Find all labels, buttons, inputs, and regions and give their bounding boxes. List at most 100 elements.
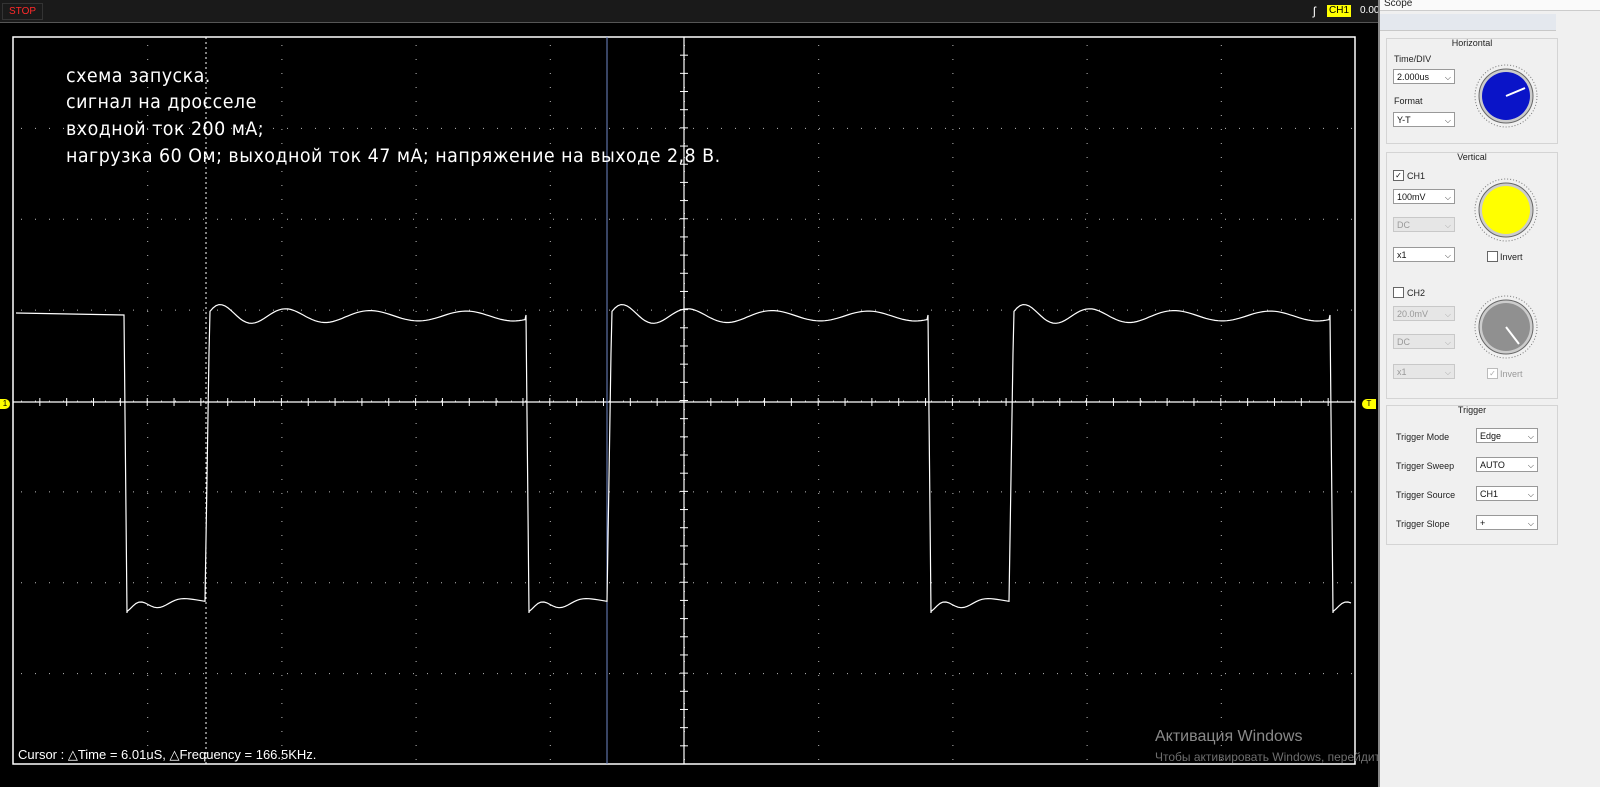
trigger-sweep-select[interactable]: AUTO ⌵	[1476, 457, 1538, 472]
grid-dot	[203, 218, 204, 220]
grid-dot	[1001, 309, 1002, 311]
grid-dot	[818, 703, 820, 704]
grid-dot	[147, 199, 149, 200]
grid-dot	[818, 605, 820, 606]
grid-dot	[777, 582, 778, 584]
grid-dot	[415, 311, 417, 312]
grid-dot	[1086, 479, 1088, 480]
ch1-checkbox[interactable]: ✓	[1393, 170, 1404, 181]
grid-dot	[1169, 127, 1170, 129]
grid-dot	[287, 400, 288, 402]
grid-dot	[952, 339, 954, 340]
timebase-knob[interactable]	[1473, 63, 1539, 129]
grid-dot	[819, 218, 820, 220]
grid-dot	[549, 465, 551, 466]
grid-dot	[818, 311, 820, 312]
grid-dot	[1086, 101, 1088, 102]
scope-display[interactable]: схема запуска. сигнал на дросселе входно…	[0, 23, 1518, 787]
grid-dot	[147, 745, 149, 746]
grid-dot	[281, 731, 283, 732]
trigger-mode-value: Edge	[1480, 431, 1502, 441]
grid-dot	[105, 218, 106, 220]
trigger-source-select[interactable]: CH1 ⌵	[1476, 486, 1538, 501]
ch1-level-marker[interactable]: 1	[0, 399, 10, 409]
grid-dot	[105, 582, 106, 584]
grid-dot	[609, 673, 610, 675]
grid-dot	[1086, 647, 1088, 648]
grid-dot	[818, 381, 820, 382]
grid-dot	[567, 218, 568, 220]
grid-dot	[441, 582, 442, 584]
grid-dot	[1220, 521, 1222, 522]
grid-dot	[1057, 582, 1058, 584]
ch1-scale-select[interactable]: 100mV ⌵	[1393, 189, 1455, 204]
grid-dot	[1015, 127, 1016, 129]
grid-dot	[623, 309, 624, 311]
grid-dot	[427, 400, 428, 402]
grid-dot	[818, 199, 820, 200]
grid-dot	[735, 491, 736, 493]
grid-dot	[609, 582, 610, 584]
grid-dot	[511, 218, 512, 220]
grid-dot	[1220, 507, 1222, 508]
grid-dot	[415, 703, 417, 704]
trigger-slope-select[interactable]: + ⌵	[1476, 515, 1538, 530]
trigger-mode-select[interactable]: Edge ⌵	[1476, 428, 1538, 443]
grid-dot	[818, 395, 820, 396]
grid-dot	[1086, 465, 1088, 466]
trigger-level-marker[interactable]: T	[1362, 399, 1376, 409]
grid-dot	[818, 451, 820, 452]
grid-dot	[63, 218, 64, 220]
grid-dot	[1239, 400, 1240, 402]
grid-dot	[952, 283, 954, 284]
grid-dot	[147, 255, 149, 256]
grid-dot	[511, 309, 512, 311]
grid-dot	[217, 218, 218, 220]
format-select[interactable]: Y-T ⌵	[1393, 112, 1455, 127]
timediv-select[interactable]: 2.000us ⌵	[1393, 69, 1455, 84]
grid-dot	[623, 673, 624, 675]
grid-dot	[1071, 400, 1072, 402]
grid-dot	[415, 675, 417, 676]
ch1-probe-select[interactable]: x1 ⌵	[1393, 247, 1455, 262]
grid-dot	[549, 73, 551, 74]
grid-dot	[21, 673, 22, 675]
grid-dot	[931, 400, 932, 402]
grid-dot	[1001, 673, 1002, 675]
grid-dot	[315, 218, 316, 220]
grid-dot	[147, 675, 149, 676]
grid-dot	[553, 491, 554, 493]
grid-dot	[1309, 400, 1310, 402]
grid-dot	[281, 423, 283, 424]
grid-dot	[415, 605, 417, 606]
ch1-invert-checkbox[interactable]	[1487, 251, 1498, 262]
grid-dot	[707, 400, 708, 402]
grid-dot	[1309, 491, 1310, 493]
ch1-volts-knob[interactable]	[1473, 177, 1539, 243]
grid-dot	[273, 400, 274, 402]
ch2-checkbox[interactable]	[1393, 287, 1404, 298]
run-stop-button[interactable]: STOP	[2, 3, 44, 20]
grid-dot	[973, 673, 974, 675]
grid-dot	[1295, 491, 1296, 493]
grid-dot	[1155, 309, 1156, 311]
ch2-volts-knob[interactable]	[1473, 294, 1539, 360]
grid-dot	[1281, 673, 1282, 675]
grid-dot	[1253, 127, 1254, 129]
grid-dot	[679, 218, 680, 220]
grid-dot	[385, 582, 386, 584]
grid-dot	[105, 400, 106, 402]
grid-dot	[777, 218, 778, 220]
grid-dot	[818, 325, 820, 326]
grid-dot	[917, 218, 918, 220]
grid-dot	[497, 582, 498, 584]
grid-dot	[818, 675, 820, 676]
grid-dot	[637, 582, 638, 584]
grid-dot	[1183, 582, 1184, 584]
grid-dot	[1351, 491, 1352, 493]
grid-dot	[281, 283, 283, 284]
grid-dot	[1239, 491, 1240, 493]
chevron-down-icon: ⌵	[1527, 432, 1534, 441]
grid-dot	[281, 115, 283, 116]
grid-dot	[1086, 745, 1088, 746]
